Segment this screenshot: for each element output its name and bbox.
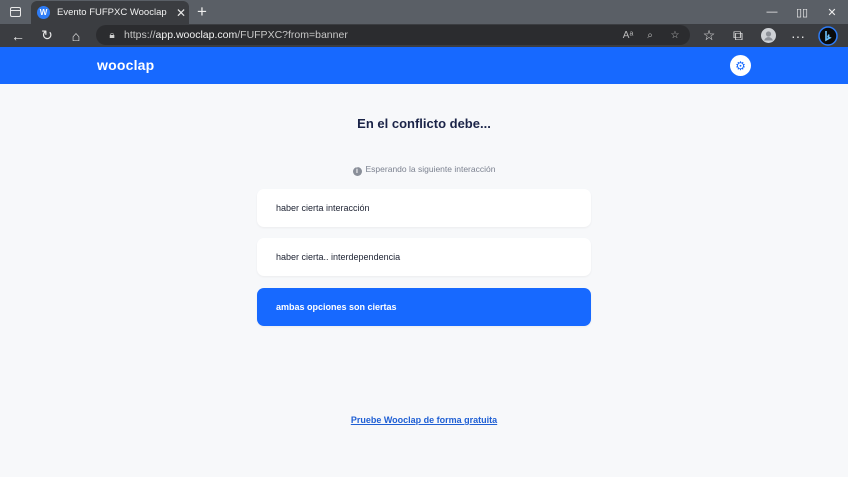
zoom-icon[interactable]: ⌕ (641, 25, 659, 45)
wooclap-favicon-icon: W (37, 6, 50, 19)
status-text: Esperando la siguiente interacción (365, 164, 496, 174)
info-icon: i (352, 167, 362, 176)
read-aloud-icon[interactable]: Aᵃ (619, 25, 637, 45)
answer-option-2[interactable]: haber cierta.. interdependencia (257, 238, 591, 276)
wooclap-logo[interactable]: wooclap (97, 57, 154, 73)
minimize-icon[interactable]: — (756, 0, 788, 24)
favorites-icon[interactable]: ☆ (698, 24, 720, 47)
address-url: https://app.wooclap.com/FUFPXC?from=bann… (124, 29, 348, 41)
try-wooclap-link[interactable]: Pruebe Wooclap de forma gratuita (0, 415, 848, 425)
collections-icon[interactable]: ⧉ (727, 24, 749, 47)
add-favorite-icon[interactable]: ☆ (666, 25, 684, 45)
bing-icon[interactable] (817, 24, 839, 47)
browser-tab[interactable]: W Evento FUFPXC Wooclap ✕ (31, 1, 189, 24)
settings-gear-icon[interactable]: ⚙ (730, 55, 751, 76)
tab-close-icon[interactable]: ✕ (173, 6, 189, 20)
profile-icon[interactable] (757, 24, 779, 47)
lock-icon: 🔒︎ (109, 29, 115, 41)
more-options-icon[interactable]: ··· (787, 24, 809, 47)
tab-actions-icon[interactable] (0, 0, 30, 24)
restore-icon[interactable]: ▯▯ (786, 0, 818, 24)
tab-title: Evento FUFPXC Wooclap (57, 7, 167, 18)
question-title: En el conflicto debe... (357, 116, 491, 131)
home-icon[interactable]: ⌂ (65, 24, 87, 47)
answer-option-1[interactable]: haber cierta interacción (257, 189, 591, 227)
reload-icon[interactable]: ↻ (36, 24, 58, 47)
new-tab-icon[interactable]: + (193, 2, 211, 22)
back-arrow-icon[interactable]: ← (7, 24, 29, 47)
window-close-icon[interactable]: ✕ (816, 0, 848, 24)
answer-option-3-selected[interactable]: ambas opciones son ciertas (257, 288, 591, 326)
address-bar[interactable]: 🔒︎ https://app.wooclap.com/FUFPXC?from=b… (96, 25, 690, 45)
waiting-status: i Esperando la siguiente interacción (0, 164, 848, 176)
